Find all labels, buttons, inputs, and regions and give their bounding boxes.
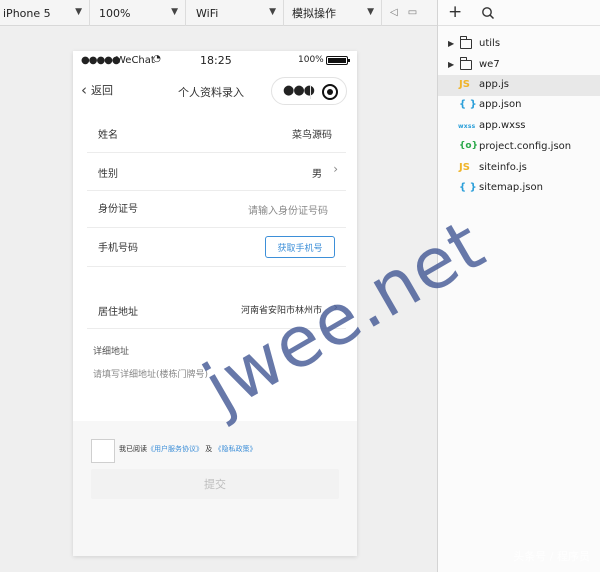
get-phone-button[interactable]: 获取手机号	[265, 236, 335, 258]
service-agreement-link[interactable]: 《用户服务协议》	[147, 445, 203, 453]
tree-item-label: sitemap.json	[479, 182, 543, 193]
device-select[interactable]: iPhone 5 ▼	[0, 0, 90, 26]
simulator-stage: ●●●●● WeChat ◔ 18:25 100% ‹ 返回 个人资料录入 ●●…	[0, 27, 437, 572]
search-icon[interactable]	[481, 6, 495, 20]
name-row[interactable]: 姓名 菜鸟源码	[87, 113, 346, 153]
config-file-icon: {o}	[459, 141, 478, 151]
tree-item-we7[interactable]: ▶ we7	[438, 55, 600, 76]
back-button[interactable]: ‹ 返回	[81, 82, 113, 98]
agreement-text: 我已阅读《用户服务协议》 及 《隐私政策》	[119, 444, 256, 454]
wifi-icon: ◔	[153, 54, 161, 64]
wxss-file-icon: wxss	[458, 123, 476, 130]
phone-label: 手机号码	[98, 243, 138, 254]
folder-icon	[460, 36, 472, 49]
tree-item-label: app.wxss	[479, 120, 526, 131]
chevron-left-icon: ‹	[81, 81, 87, 99]
chevron-down-icon: ▼	[171, 7, 178, 17]
tree-item-label: siteinfo.js	[479, 162, 527, 173]
tree-item-project-config[interactable]: {o} project.config.json	[438, 137, 600, 158]
expand-arrow-icon: ▶	[448, 39, 455, 48]
tree-item-utils[interactable]: ▶ utils	[438, 34, 600, 55]
capsule-divider	[310, 85, 311, 99]
phone-row: 手机号码 获取手机号	[87, 228, 346, 267]
gender-value: 男	[312, 169, 322, 180]
detail-address-input[interactable]: 请填写详细地址(楼栋门牌号)	[93, 367, 208, 380]
privacy-policy-link[interactable]: 《隐私政策》	[214, 445, 256, 453]
id-row[interactable]: 身份证号 请输入身份证号码	[87, 191, 346, 228]
device-select-label: iPhone 5	[3, 6, 51, 20]
corner-watermark: 头条号 / 程序员	[513, 550, 590, 563]
simulator-toolbar: iPhone 5 ▼ 100% ▼ WiFi ▼ 模拟操作 ▼ ◁ ▭	[0, 0, 437, 26]
status-time: 18:25	[200, 54, 232, 67]
address-row[interactable]: 居住地址 河南省安阳市林州市 ›	[87, 291, 346, 329]
json-file-icon: { }	[459, 182, 477, 193]
mode-select[interactable]: 模拟操作 ▼	[284, 0, 382, 26]
submit-button[interactable]: 提交	[91, 469, 339, 499]
gender-label: 性别	[98, 169, 118, 180]
tree-item-label: utils	[479, 38, 501, 49]
tree-item-sitemap-json[interactable]: { } sitemap.json	[438, 178, 600, 199]
js-file-icon: JS	[459, 79, 470, 90]
chevron-right-icon: ›	[333, 162, 338, 176]
detail-address-label: 详细地址	[93, 347, 130, 357]
name-input[interactable]: 菜鸟源码	[292, 126, 332, 141]
speaker-icon[interactable]: ◁	[390, 7, 398, 18]
agreement-prefix: 我已阅读	[119, 445, 147, 453]
page-title: 个人资料录入	[178, 86, 244, 99]
tree-item-label: we7	[479, 59, 500, 70]
tree-item-label: app.json	[479, 99, 522, 110]
tree-item-app-js[interactable]: JS app.js	[438, 75, 600, 96]
window-icon[interactable]: ▭	[408, 7, 417, 18]
menu-capsule: ●●●	[271, 77, 347, 105]
network-select[interactable]: WiFi ▼	[186, 0, 284, 26]
toolbar-icons: ◁ ▭	[382, 0, 417, 25]
folder-icon	[460, 57, 472, 70]
id-input[interactable]: 请输入身份证号码	[248, 202, 328, 217]
id-label: 身份证号	[98, 204, 138, 215]
chevron-down-icon: ▼	[75, 7, 82, 17]
close-target-icon[interactable]	[322, 84, 338, 100]
zoom-select-label: 100%	[99, 6, 131, 20]
file-tree-panel: + ▶ utils ▶ we7 JS app.js { } app.json w…	[438, 0, 600, 572]
tree-item-app-wxss[interactable]: wxss app.wxss	[438, 116, 600, 137]
chevron-right-icon: ›	[333, 300, 338, 314]
json-file-icon: { }	[459, 99, 477, 110]
name-label: 姓名	[98, 130, 118, 141]
battery-icon	[326, 56, 350, 65]
battery-percent: 100%	[298, 55, 324, 65]
gender-row[interactable]: 性别 男 ›	[87, 153, 346, 191]
address-value: 河南省安阳市林州市	[240, 306, 322, 316]
plus-icon[interactable]: +	[448, 2, 462, 22]
chevron-down-icon: ▼	[367, 7, 374, 17]
navigation-bar: ‹ 返回 个人资料录入 ●●●	[73, 73, 357, 111]
js-file-icon: JS	[459, 162, 470, 173]
mode-select-label: 模拟操作	[292, 7, 336, 20]
tree-item-label: project.config.json	[479, 141, 572, 152]
zoom-select[interactable]: 100% ▼	[90, 0, 186, 26]
address-label: 居住地址	[98, 307, 138, 318]
back-label: 返回	[91, 84, 113, 97]
agreement-and: 及	[205, 445, 213, 453]
file-tree-toolbar: +	[438, 0, 600, 26]
carrier-label: WeChat	[116, 55, 155, 66]
phone-screen: ●●●●● WeChat ◔ 18:25 100% ‹ 返回 个人资料录入 ●●…	[73, 51, 357, 556]
tree-item-label: app.js	[479, 79, 509, 90]
status-bar: ●●●●● WeChat ◔ 18:25 100%	[73, 51, 357, 73]
agree-checkbox[interactable]	[91, 439, 115, 463]
chevron-down-icon: ▼	[269, 7, 276, 17]
signal-icon: ●●●●●	[81, 55, 121, 66]
expand-arrow-icon: ▶	[448, 60, 455, 69]
tree-item-siteinfo-js[interactable]: JS siteinfo.js	[438, 158, 600, 179]
tree-item-app-json[interactable]: { } app.json	[438, 95, 600, 116]
agreement-section: 我已阅读《用户服务协议》 及 《隐私政策》 提交	[73, 421, 357, 556]
network-select-label: WiFi	[196, 6, 219, 20]
